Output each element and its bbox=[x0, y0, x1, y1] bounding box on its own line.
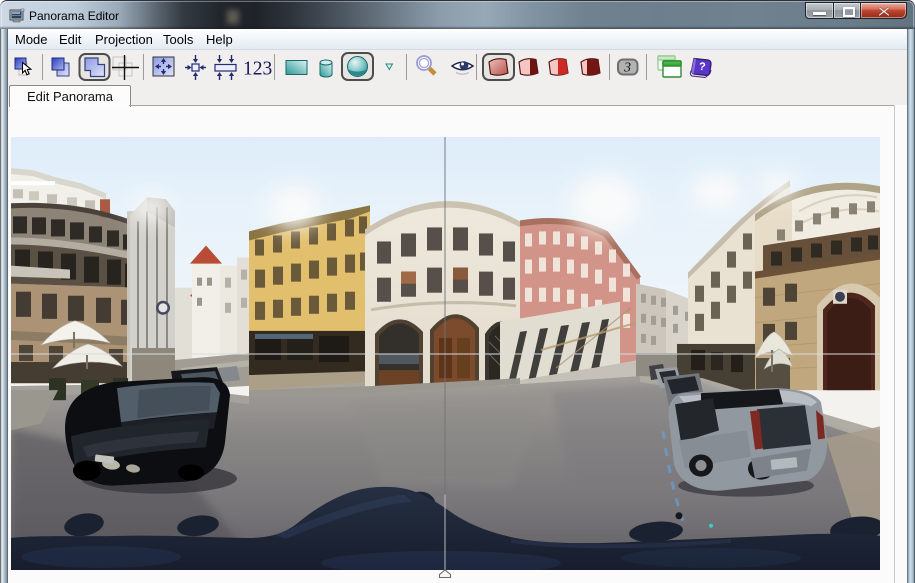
svg-text:123: 123 bbox=[243, 59, 272, 80]
svg-text:3: 3 bbox=[623, 61, 631, 76]
